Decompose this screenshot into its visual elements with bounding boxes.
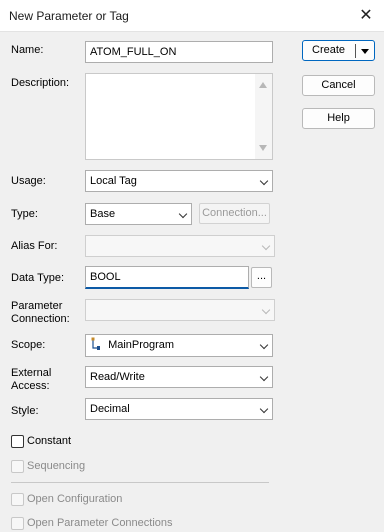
scope-value: MainProgram [108, 339, 175, 351]
chevron-down-icon [259, 340, 269, 350]
split-separator [355, 44, 356, 58]
close-icon[interactable]: ✕ [354, 4, 378, 28]
name-label: Name: [11, 44, 44, 56]
program-tree-icon [91, 337, 101, 351]
parameter-connection-label-1: Parameter [11, 300, 63, 312]
sequencing-label: Sequencing [27, 460, 86, 472]
scope-label: Scope: [11, 339, 46, 351]
alias-for-dropdown[interactable] [85, 235, 275, 257]
sequencing-checkbox[interactable] [11, 460, 24, 473]
open-configuration-label: Open Configuration [27, 493, 123, 505]
create-button-label: Create [312, 44, 346, 56]
browse-data-type-button[interactable]: ... [251, 267, 272, 288]
type-label: Type: [11, 208, 38, 220]
style-dropdown[interactable]: Decimal [85, 398, 273, 420]
external-access-label-2: Access: [11, 380, 50, 392]
constant-checkbox[interactable] [11, 435, 24, 448]
data-type-label: Data Type: [11, 272, 64, 284]
external-access-label-1: External [11, 367, 52, 379]
parameter-connection-label-2: Connection: [11, 313, 70, 325]
chevron-down-icon [259, 176, 269, 186]
style-label: Style: [11, 405, 39, 417]
connection-button[interactable]: Connection... [199, 203, 270, 224]
parameter-connection-dropdown[interactable] [85, 299, 275, 321]
create-button[interactable]: Create [302, 40, 375, 61]
data-type-field[interactable]: BOOL [85, 266, 249, 289]
chevron-down-icon [261, 305, 271, 315]
description-scrollbar[interactable] [255, 74, 272, 159]
usage-value: Local Tag [90, 175, 137, 187]
type-value: Base [90, 208, 116, 220]
dialog-title: New Parameter or Tag [9, 9, 129, 23]
chevron-down-icon [261, 241, 271, 251]
constant-label: Constant [27, 435, 72, 447]
alias-for-label: Alias For: [11, 240, 58, 252]
name-field[interactable]: ATOM_FULL_ON [85, 41, 273, 63]
open-parameter-connections-checkbox[interactable] [11, 517, 24, 530]
description-field[interactable] [85, 73, 273, 160]
external-access-dropdown[interactable]: Read/Write [85, 366, 273, 388]
chevron-down-icon [259, 404, 269, 414]
usage-label: Usage: [11, 175, 46, 187]
type-dropdown[interactable]: Base [85, 203, 192, 225]
external-access-value: Read/Write [90, 371, 145, 383]
usage-dropdown[interactable]: Local Tag [85, 170, 273, 192]
scroll-up-icon[interactable] [259, 82, 267, 88]
chevron-down-icon [259, 372, 269, 382]
help-button[interactable]: Help [302, 108, 375, 129]
title-bar: New Parameter or Tag ✕ [0, 0, 384, 32]
scroll-down-icon[interactable] [259, 145, 267, 151]
open-configuration-checkbox[interactable] [11, 493, 24, 506]
cancel-button[interactable]: Cancel [302, 75, 375, 96]
chevron-down-icon [178, 209, 188, 219]
open-parameter-connections-label: Open Parameter Connections [27, 517, 173, 529]
description-label: Description: [11, 77, 70, 89]
divider [11, 482, 269, 483]
scope-dropdown[interactable]: MainProgram [85, 334, 273, 357]
style-value: Decimal [90, 403, 130, 415]
create-dropdown-arrow-icon[interactable] [361, 49, 369, 54]
